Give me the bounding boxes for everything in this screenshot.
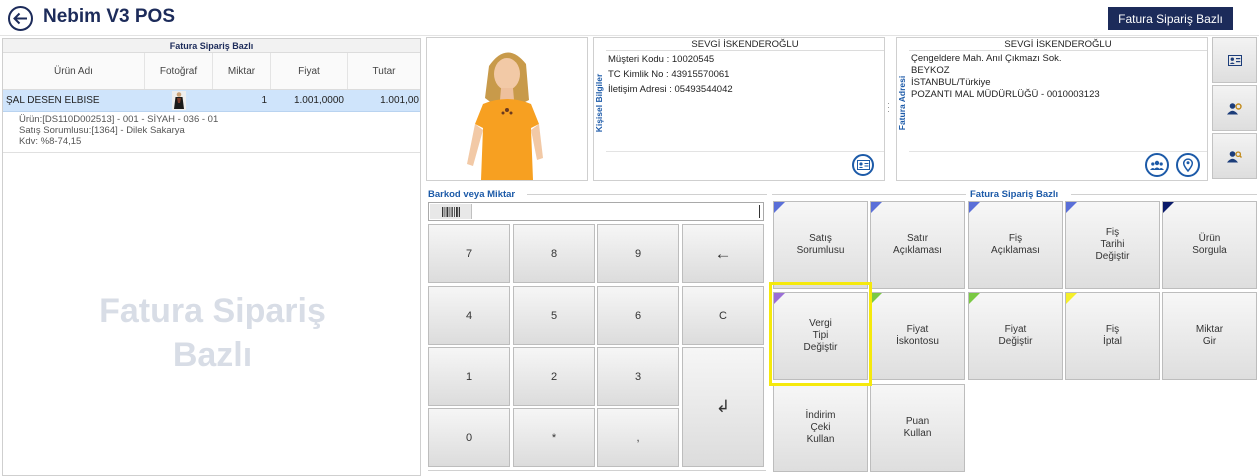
clear-key[interactable]: C xyxy=(682,286,764,345)
divider xyxy=(772,194,966,195)
customer-name: SEVGİ İSKENDEROĞLU xyxy=(606,39,884,51)
group-users-icon[interactable] xyxy=(1145,153,1169,177)
change-receipt-date-button[interactable]: Fiş Tarihi Değiştir xyxy=(1065,201,1160,289)
barcode-field xyxy=(428,202,764,221)
user-settings-icon xyxy=(1227,102,1242,114)
splitter-handle[interactable]: · · · xyxy=(887,99,890,116)
customer-card-icon xyxy=(1227,54,1242,66)
cancel-receipt-button[interactable]: Fiş İptal xyxy=(1065,292,1160,380)
cell-product-name: ŞAL DESEN ELBISE xyxy=(6,95,100,106)
customer-tc-number: TC Kimlik No : 43915570061 xyxy=(608,69,730,80)
detail-product-code: Ürün:[DS110D002513] - 001 - SİYAH - 036 … xyxy=(19,114,219,125)
address-tax-office: POZANTI MAL MÜDÜRLÜĞÜ - 0010003123 xyxy=(911,89,1100,100)
grid-header: Ürün Adı Fotoğraf Miktar Fiyat Tutar xyxy=(3,53,420,90)
column-header-total[interactable]: Tutar xyxy=(348,53,420,89)
address-city: İSTANBUL/Türkiye xyxy=(911,77,991,88)
personal-info-tab[interactable]: Kişisel Bilgiler xyxy=(594,38,605,180)
location-pin-icon[interactable] xyxy=(1176,153,1200,177)
key-2[interactable]: 2 xyxy=(513,347,595,406)
key-7[interactable]: 7 xyxy=(428,224,510,283)
cell-total: 1.001,00 xyxy=(380,95,419,106)
column-header-quantity[interactable]: Miktar xyxy=(213,53,271,89)
backspace-key[interactable]: ← xyxy=(682,224,764,283)
text-caret xyxy=(759,205,760,218)
divider xyxy=(606,151,884,152)
cell-quantity: 1 xyxy=(261,95,267,106)
back-arrow-icon[interactable] xyxy=(8,6,33,31)
customer-phone: İletişim Adresi : 05493544042 xyxy=(608,84,733,95)
key-5[interactable]: 5 xyxy=(513,286,595,345)
user-settings-button[interactable] xyxy=(1212,85,1257,131)
customer-photo xyxy=(426,37,588,181)
barcode-input[interactable] xyxy=(475,203,761,220)
product-thumbnail xyxy=(145,90,213,111)
row-detail: Ürün:[DS110D002513] - 001 - SİYAH - 036 … xyxy=(3,112,420,153)
column-header-product-name[interactable]: Ürün Adı xyxy=(3,53,145,89)
barcode-icon[interactable] xyxy=(430,204,472,219)
table-row[interactable]: ŞAL DESEN ELBISE 1 1.001,0000 1.001,00 xyxy=(3,90,420,112)
change-price-button[interactable]: Fiyat Değiştir xyxy=(968,292,1063,380)
use-discount-voucher-button[interactable]: İndirim Çeki Kullan xyxy=(773,384,868,472)
detail-vat: Kdv: %8-74,15 xyxy=(19,136,82,147)
mode-watermark: Fatura Sipariş Bazlı xyxy=(3,289,422,377)
app-title: Nebim V3 POS xyxy=(43,6,175,27)
receipt-note-button[interactable]: Fiş Açıklaması xyxy=(968,201,1063,289)
mode-button[interactable]: Fatura Sipariş Bazlı xyxy=(1108,7,1233,30)
address-street: Çengeldere Mah. Anıl Çıkmazı Sok. xyxy=(911,53,1062,64)
product-query-button[interactable]: Ürün Sorgula xyxy=(1162,201,1257,289)
id-card-icon[interactable] xyxy=(852,154,874,176)
customer-card-button[interactable] xyxy=(1212,37,1257,83)
column-header-price[interactable]: Fiyat xyxy=(271,53,348,89)
key-comma[interactable]: , xyxy=(597,408,679,467)
divider xyxy=(527,194,767,195)
key-0[interactable]: 0 xyxy=(428,408,510,467)
watermark-line-1: Fatura Sipariş xyxy=(99,292,326,330)
key-6[interactable]: 6 xyxy=(597,286,679,345)
use-points-button[interactable]: Puan Kullan xyxy=(870,384,965,472)
line-note-button[interactable]: Satır Açıklaması xyxy=(870,201,965,289)
selection-highlight xyxy=(769,282,872,386)
cell-price: 1.001,0000 xyxy=(293,95,344,106)
address-district: BEYKOZ xyxy=(911,65,950,76)
enter-quantity-button[interactable]: Miktar Gir xyxy=(1162,292,1257,380)
divider xyxy=(1071,194,1257,195)
key-1[interactable]: 1 xyxy=(428,347,510,406)
key-8[interactable]: 8 xyxy=(513,224,595,283)
detail-sales-person: Satış Sorumlusu:[1364] - Dilek Sakarya xyxy=(19,125,185,136)
divider xyxy=(909,151,1207,152)
sales-person-button[interactable]: Satış Sorumlusu xyxy=(773,201,868,289)
watermark-line-2: Bazlı xyxy=(172,336,253,374)
invoice-address-panel: Fatura Adresi SEVGİ İSKENDEROĞLU Çengeld… xyxy=(896,37,1208,181)
key-3[interactable]: 3 xyxy=(597,347,679,406)
grid-caption: Fatura Sipariş Bazlı xyxy=(3,39,420,53)
enter-key[interactable]: ↲ xyxy=(682,347,764,467)
app-header: Nebim V3 POS Fatura Sipariş Bazlı xyxy=(0,0,1259,36)
user-search-icon xyxy=(1227,150,1242,162)
customer-info-panel: Kişisel Bilgiler SEVGİ İSKENDEROĞLU Müşt… xyxy=(593,37,885,181)
customer-code: Müşteri Kodu : 10020545 xyxy=(608,54,715,65)
column-header-photo[interactable]: Fotoğraf xyxy=(145,53,213,89)
invoice-address-tab[interactable]: Fatura Adresi xyxy=(897,38,908,180)
address-customer-name: SEVGİ İSKENDEROĞLU xyxy=(909,39,1207,51)
function-panel-caption: Fatura Sipariş Bazlı xyxy=(970,189,1059,200)
price-discount-button[interactable]: Fiyat İskontosu xyxy=(870,292,965,380)
key-9[interactable]: 9 xyxy=(597,224,679,283)
barcode-caption: Barkod veya Miktar xyxy=(428,189,516,200)
divider xyxy=(428,470,766,471)
cart-panel: Fatura Sipariş Bazlı Ürün Adı Fotoğraf M… xyxy=(2,38,421,476)
key-4[interactable]: 4 xyxy=(428,286,510,345)
user-search-button[interactable] xyxy=(1212,133,1257,179)
key-star[interactable]: * xyxy=(513,408,595,467)
